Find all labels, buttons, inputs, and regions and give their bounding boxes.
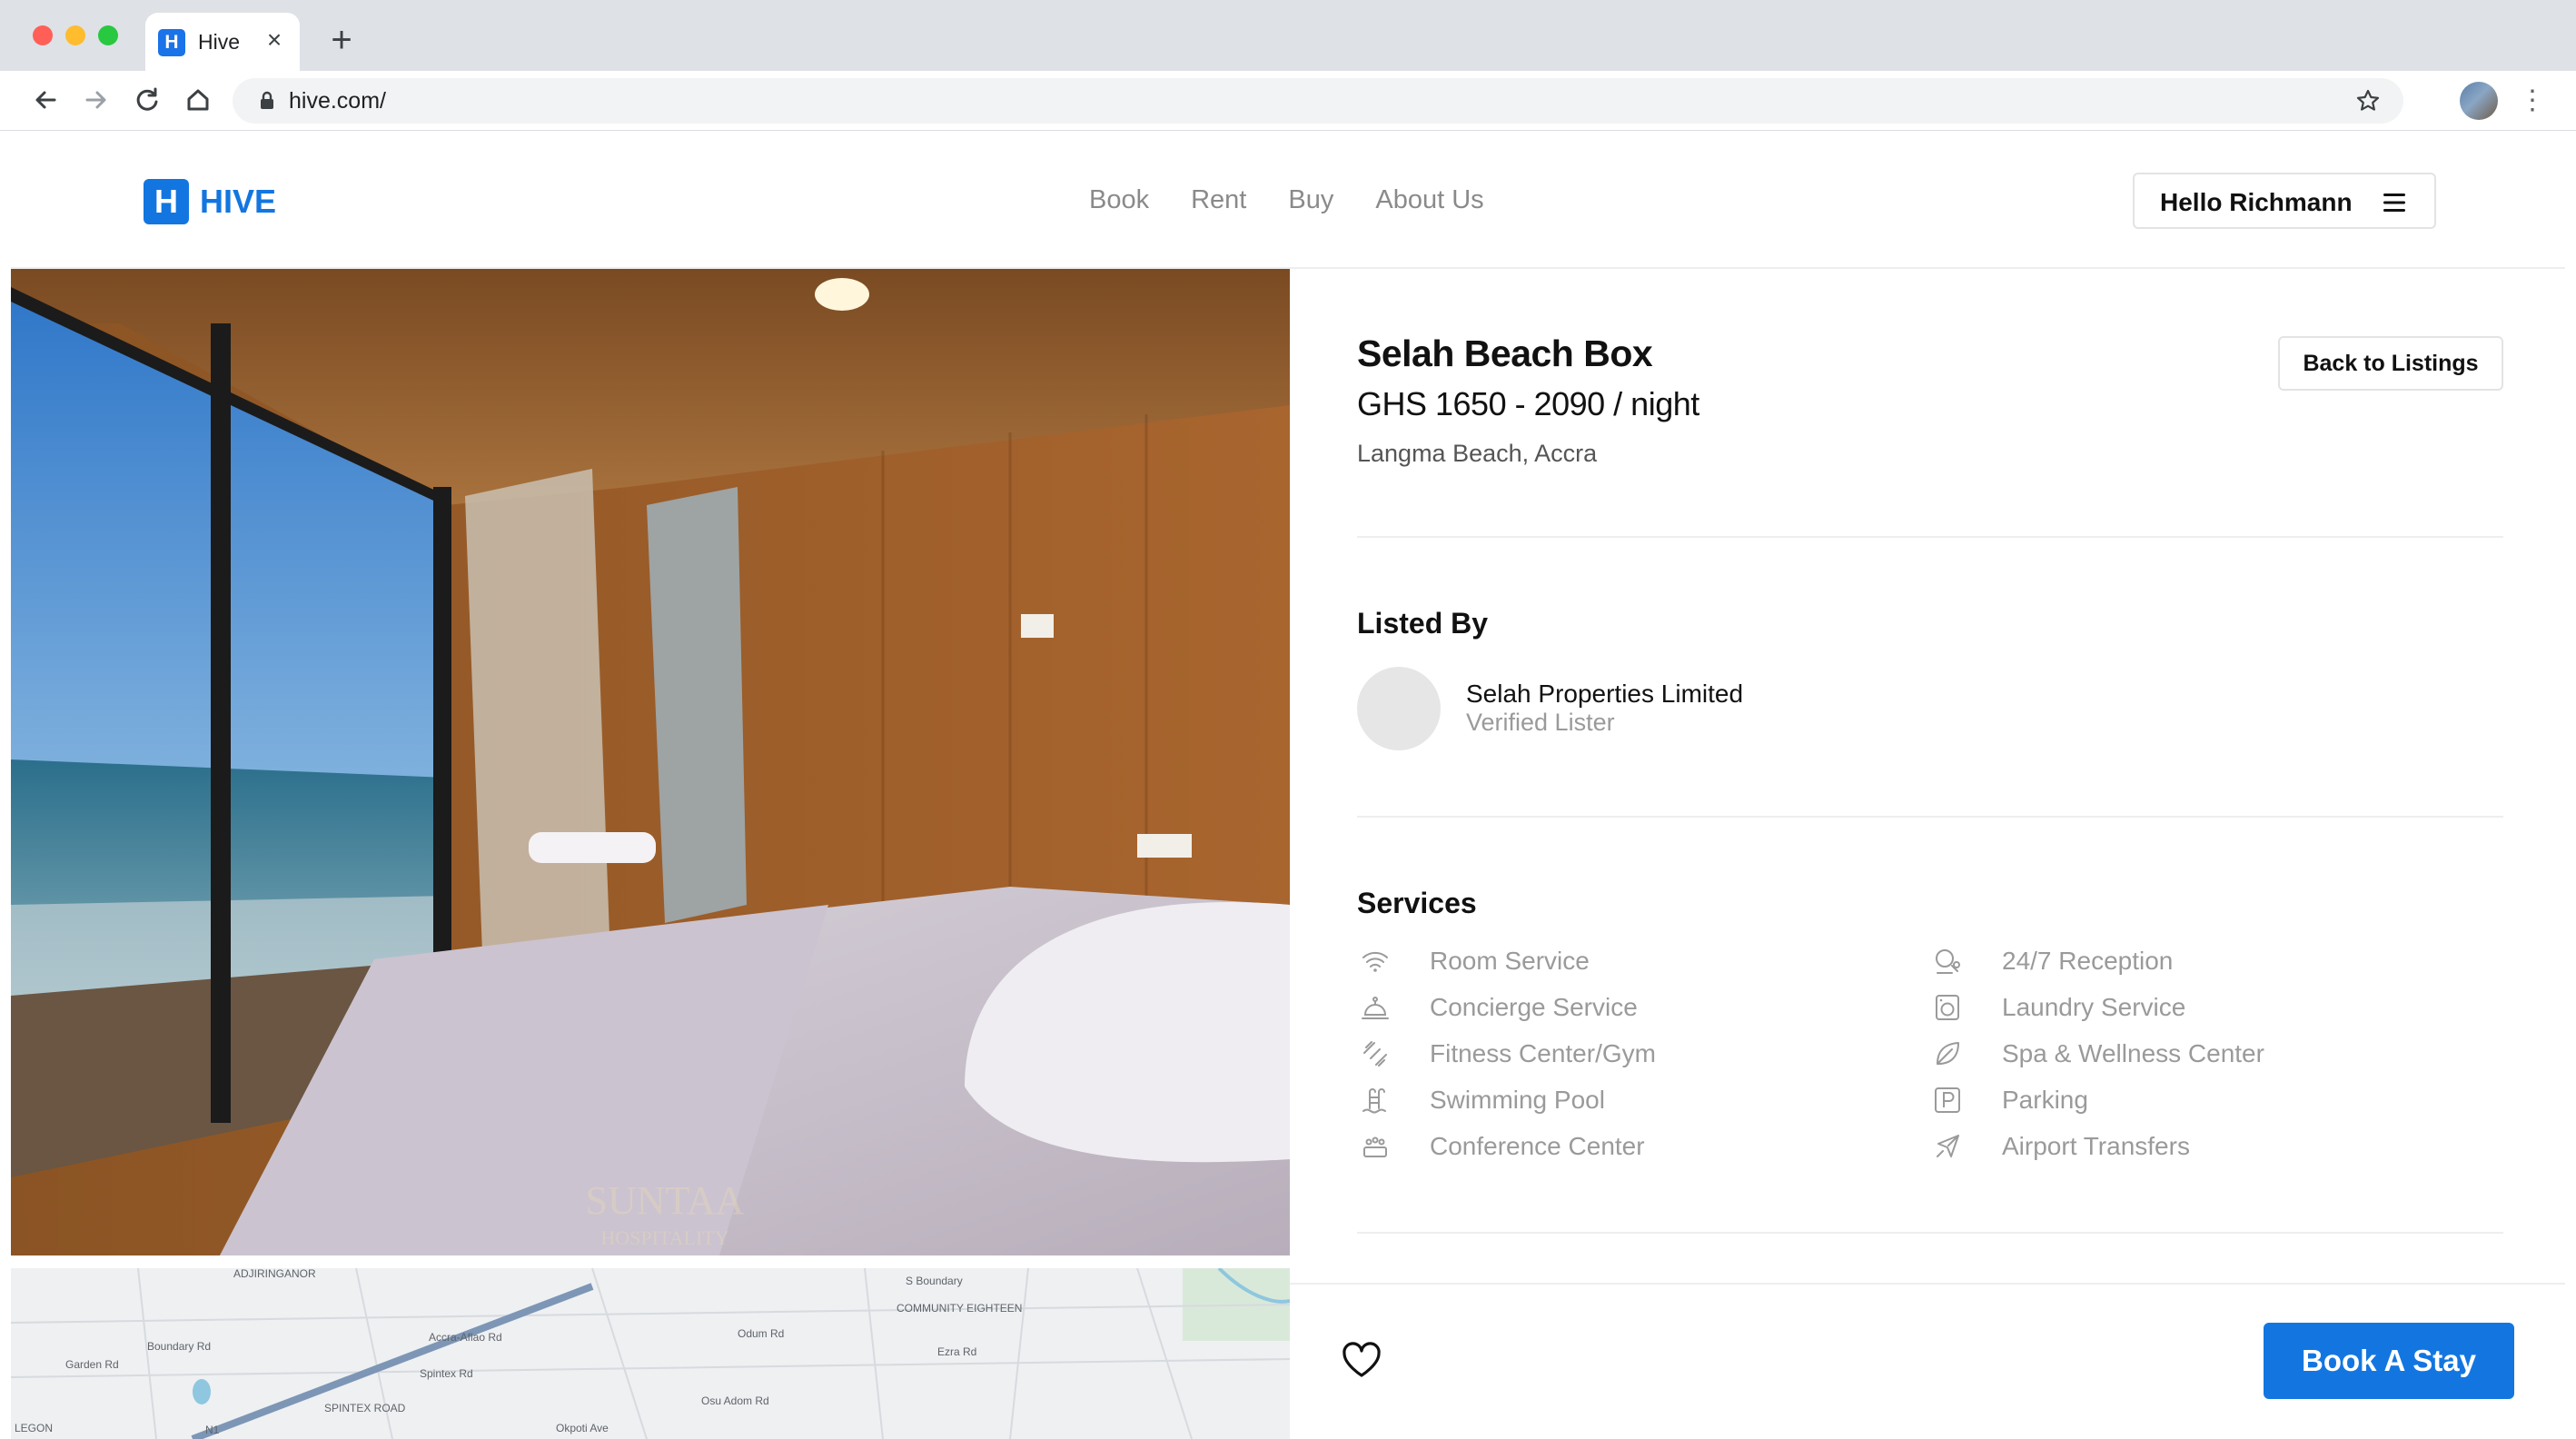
service-parking: Parking (1929, 1082, 2088, 1118)
heart-icon[interactable] (1341, 1341, 1382, 1379)
service-swimming-pool: Swimming Pool (1357, 1082, 1605, 1118)
nav-about-us[interactable]: About Us (1375, 185, 1483, 215)
wifi-icon (1357, 943, 1393, 979)
divider (1357, 1232, 2503, 1234)
pool-ladder-icon (1357, 1082, 1393, 1118)
lock-icon (261, 91, 273, 109)
map-label: N1 (205, 1424, 220, 1436)
nav-buy[interactable]: Buy (1288, 185, 1333, 215)
map-label: Spintex Rd (420, 1367, 473, 1380)
service-spa: Spa & Wellness Center (1929, 1036, 2264, 1072)
conference-table-icon (1357, 1128, 1393, 1165)
map-label: Ezra Rd (937, 1345, 976, 1358)
service-reception: 24/7 Reception (1929, 943, 2173, 979)
service-label: Conference Center (1430, 1132, 1645, 1160)
bookmark-star-icon[interactable] (2354, 87, 2382, 114)
forward-icon[interactable] (78, 82, 114, 118)
map-label: LEGON (15, 1422, 53, 1434)
listing-title: Selah Beach Box (1357, 332, 1653, 374)
window-close-button[interactable] (33, 25, 53, 45)
map-label: Garden Rd (65, 1358, 119, 1371)
profile-avatar[interactable] (2460, 82, 2498, 120)
washing-machine-icon (1929, 989, 1966, 1026)
logo-mark: H (144, 179, 189, 224)
lister-avatar[interactable] (1357, 667, 1441, 750)
user-menu-button[interactable]: Hello Richmann (2133, 173, 2436, 229)
browser-tab[interactable]: H Hive × (145, 13, 300, 71)
service-label: Parking (2002, 1086, 2088, 1114)
service-bell-icon (1357, 989, 1393, 1026)
logo-text: HIVE (200, 183, 277, 220)
main-nav: Book Rent Buy About Us (1089, 185, 1484, 215)
reception-icon (1929, 943, 1966, 979)
map-label: Accra-Aflao Rd (429, 1331, 502, 1344)
hive-favicon-icon: H (158, 29, 185, 56)
hamburger-icon (2383, 194, 2405, 212)
map-label: ADJIRINGANOR (233, 1268, 316, 1280)
home-icon[interactable] (180, 82, 216, 118)
dumbbell-icon (1357, 1036, 1393, 1072)
nav-book[interactable]: Book (1089, 185, 1149, 215)
service-room-service: Room Service (1357, 943, 1590, 979)
leaf-icon (1929, 1036, 1966, 1072)
service-airport-transfers: Airport Transfers (1929, 1128, 2190, 1165)
tab-close-icon[interactable]: × (260, 25, 289, 55)
listing-location: Langma Beach, Accra (1357, 440, 1598, 467)
window-minimize-button[interactable] (65, 25, 85, 45)
map-label: Boundary Rd (147, 1340, 211, 1353)
map-label: Okpoti Ave (556, 1422, 609, 1434)
watermark-subtext: HOSPITALITY (600, 1226, 728, 1249)
book-a-stay-button[interactable]: Book A Stay (2264, 1323, 2514, 1399)
listing-photo[interactable]: SUNTAA HOSPITALITY (11, 269, 1290, 1255)
site-header: H HIVE Book Rent Buy About Us Hello Rich… (11, 131, 2565, 269)
parking-icon (1929, 1082, 1966, 1118)
lister-status: Verified Lister (1466, 709, 1615, 736)
service-label: Spa & Wellness Center (2002, 1039, 2264, 1067)
map-label: Odum Rd (738, 1327, 784, 1340)
service-label: Fitness Center/Gym (1430, 1039, 1656, 1067)
nav-rent[interactable]: Rent (1191, 185, 1246, 215)
tab-title: Hive (198, 30, 241, 54)
service-conference-center: Conference Center (1357, 1128, 1645, 1165)
watermark-text: SUNTAA (586, 1178, 745, 1223)
back-to-listings-button[interactable]: Back to Listings (2278, 336, 2503, 391)
user-greeting: Hello Richmann (2160, 188, 2353, 216)
service-label: Concierge Service (1430, 993, 1638, 1021)
service-label: Room Service (1430, 947, 1590, 975)
listed-by-heading: Listed By (1357, 607, 1489, 640)
browser-toolbar: hive.com/ ⋮ (0, 71, 2576, 131)
address-bar[interactable]: hive.com/ (233, 78, 2403, 124)
more-menu-icon[interactable]: ⋮ (2516, 82, 2549, 120)
listing-details: Selah Beach Box GHS 1650 - 2090 / night … (1290, 269, 2565, 1283)
map-label: SPINTEX ROAD (324, 1402, 406, 1414)
service-label: Swimming Pool (1430, 1086, 1605, 1114)
listing-price: GHS 1650 - 2090 / night (1357, 385, 1699, 422)
browser-tabstrip: H Hive × + (0, 0, 2576, 71)
location-map[interactable]: ADJIRINGANOR Garden Rd Boundary Rd SPINT… (11, 1268, 1290, 1439)
divider (1357, 816, 2503, 818)
service-label: Airport Transfers (2002, 1132, 2190, 1160)
map-label: S Boundary (906, 1275, 963, 1287)
hive-logo[interactable]: H HIVE (144, 178, 276, 225)
url-text: hive.com/ (289, 88, 386, 114)
map-label: COMMUNITY EIGHTEEN (897, 1302, 1022, 1315)
plane-icon (1929, 1128, 1966, 1165)
service-laundry: Laundry Service (1929, 989, 2185, 1026)
service-concierge: Concierge Service (1357, 989, 1638, 1026)
divider (1357, 536, 2503, 538)
reload-icon[interactable] (129, 82, 165, 118)
service-label: Laundry Service (2002, 993, 2186, 1021)
service-label: 24/7 Reception (2002, 947, 2174, 975)
service-fitness: Fitness Center/Gym (1357, 1036, 1656, 1072)
map-label: Osu Adom Rd (701, 1394, 769, 1407)
new-tab-icon[interactable]: + (323, 22, 360, 58)
back-icon[interactable] (27, 82, 64, 118)
lister-name[interactable]: Selah Properties Limited (1466, 680, 1743, 709)
booking-action-bar: Book A Stay (1290, 1283, 2565, 1439)
window-zoom-button[interactable] (98, 25, 118, 45)
services-heading: Services (1357, 887, 1477, 919)
